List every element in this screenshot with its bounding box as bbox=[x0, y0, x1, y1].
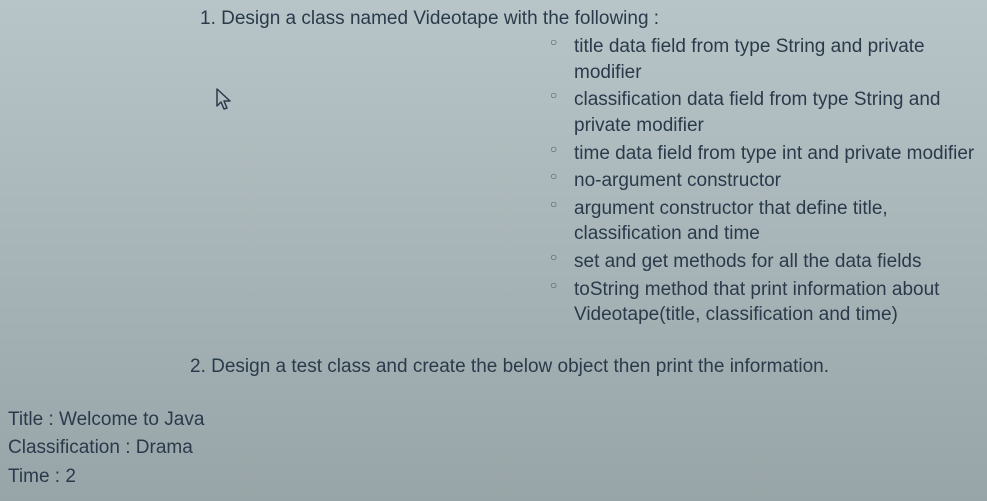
list-item: toString method that print information a… bbox=[550, 277, 987, 328]
sample-object-info: Title : Welcome to Java Classification :… bbox=[8, 406, 204, 492]
question-1-heading: 1. Design a class named Videotape with t… bbox=[200, 8, 987, 30]
object-time-line: Time : 2 bbox=[8, 463, 204, 492]
cursor-icon bbox=[216, 88, 234, 112]
object-classification-line: Classification : Drama bbox=[8, 434, 204, 463]
object-title-line: Title : Welcome to Java bbox=[8, 406, 204, 435]
question-1-requirements: title data field from type String and pr… bbox=[550, 34, 987, 328]
list-item: title data field from type String and pr… bbox=[550, 34, 987, 85]
question-2-heading: 2. Design a test class and create the be… bbox=[190, 356, 987, 378]
list-item: no-argument constructor bbox=[550, 168, 987, 194]
document-body: 1. Design a class named Videotape with t… bbox=[0, 0, 987, 378]
list-item: time data field from type int and privat… bbox=[550, 141, 987, 167]
list-item: set and get methods for all the data fie… bbox=[550, 249, 987, 275]
list-item: argument constructor that define title, … bbox=[550, 196, 987, 247]
list-item: classification data field from type Stri… bbox=[550, 87, 987, 138]
